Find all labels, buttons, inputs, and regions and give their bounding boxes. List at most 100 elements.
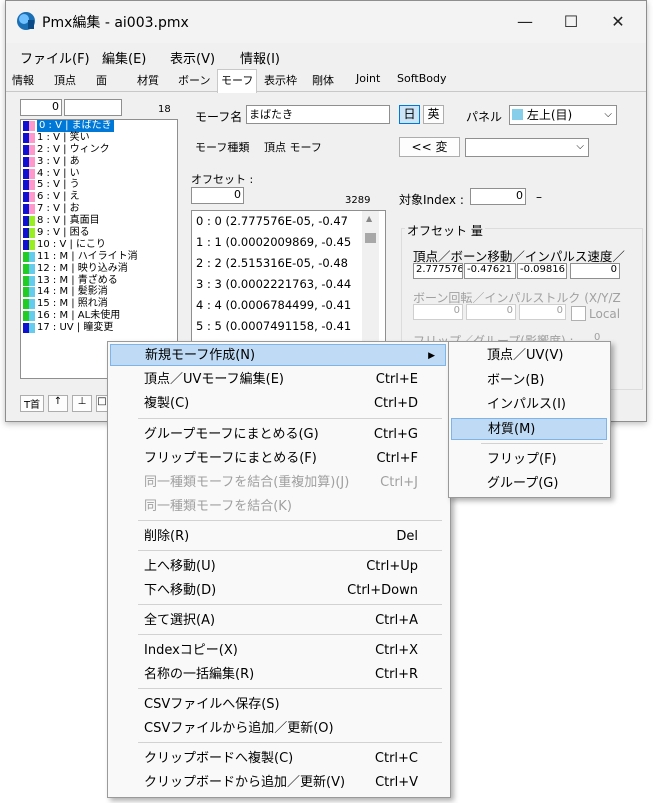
morph-list-item-label: 0 : V | まばたき [37,120,114,132]
morph-name-input[interactable]: まばたき [246,105,390,124]
menu-delete[interactable]: 削除(R) Del [110,526,446,548]
submenu-bone[interactable]: ボーン(B) [451,370,607,392]
offset-index-input[interactable]: 0 [191,187,244,204]
tab-face[interactable]: 面 [96,72,107,88]
tab-material[interactable]: 材質 [137,72,159,88]
target-index-input[interactable]: 0 [470,188,526,205]
maximize-button[interactable]: ☐ [553,9,589,35]
menu-select-all[interactable]: 全て選択(A) Ctrl+A [110,610,446,632]
scroll-up-icon[interactable]: ▲ [366,214,372,223]
morph-search-input[interactable] [64,99,122,116]
offset-list-item[interactable]: 2 : 2 (2.515316E-05, -0.48 [192,253,385,274]
menu-import-csv[interactable]: CSVファイルから追加／更新(O) [110,718,446,740]
type-select[interactable]: ⌵ [465,138,589,157]
list-top-button[interactable]: T首 [20,395,44,412]
rot-y-input[interactable]: 0 [466,304,516,320]
submenu-flip[interactable]: フリップ(F) [451,449,607,471]
menu-duplicate[interactable]: 複製(C) Ctrl+D [110,393,446,415]
menu-view[interactable]: 表示(V) [170,48,215,67]
move-w-input[interactable]: 0 [570,263,620,279]
morph-list-item[interactable]: 12 : M | 映り込み消 [21,263,177,275]
menu-item-shortcut: Ctrl+X [375,643,418,658]
offset-list[interactable]: 0 : 0 (2.777576E-05, -0.47 1 : 1 (0.00020… [191,210,386,346]
morph-list-item[interactable]: 9 : V | 困る [21,227,177,239]
morph-index-input[interactable]: 0 [20,99,62,116]
menu-move-up[interactable]: 上へ移動(U) Ctrl+Up [110,556,446,578]
morph-list-item[interactable]: 13 : M | 青ざめる [21,275,177,287]
submenu-group[interactable]: グループ(G) [451,473,607,495]
menu-copy-clipboard[interactable]: クリップボードへ複製(C) Ctrl+C [110,748,446,770]
offset-list-scrollbar[interactable]: ▲ [362,211,379,345]
chevron-down-icon: ⌵ [604,109,612,120]
menu-edit[interactable]: 編集(E) [102,48,146,67]
tab-rigid-body[interactable]: 剛体 [312,72,334,88]
menu-new-morph[interactable]: 新規モーフ作成(N) ▶ [110,344,446,366]
menu-file[interactable]: ファイル(F) [20,48,90,67]
morph-list-item[interactable]: 14 : M | 髪影消 [21,286,177,298]
offset-list-item[interactable]: 3 : 3 (0.0002221763, -0.44 [192,274,385,295]
menu-separator [138,634,442,635]
menu-save-csv[interactable]: CSVファイルへ保存(S) [110,694,446,716]
rot-z-input[interactable]: 0 [519,304,566,320]
morph-list-item[interactable]: 2 : V | ウィンク [21,144,177,156]
menu-item-shortcut: Ctrl+J [380,475,418,490]
tab-display-frame[interactable]: 表示枠 [264,72,297,88]
minimize-button[interactable]: — [507,9,543,35]
morph-list-item[interactable]: 10 : V | にこり [21,239,177,251]
tab-bone[interactable]: ボーン [178,72,210,88]
morph-list-item[interactable]: 7 : V | お [21,203,177,215]
move-z-input[interactable]: -0.09816 [517,263,567,279]
move-x-input[interactable]: 2.777576 [413,263,463,279]
morph-list[interactable]: 0 : V | まばたき 1 : V | 笑い 2 : V | ウィンク 3 : V … [20,119,178,379]
menu-paste-clipboard[interactable]: クリップボードから追加／更新(V) Ctrl+V [110,772,446,794]
move-y-input[interactable]: -0.47621 [464,263,516,279]
menu-batch-rename[interactable]: 名称の一括編集(R) Ctrl+R [110,664,446,686]
close-button[interactable]: ✕ [600,9,636,35]
scroll-thumb[interactable] [365,233,376,243]
menu-item-shortcut: Ctrl+Up [366,559,418,574]
morph-list-item[interactable]: 17 : UV | 瞳変更 [21,322,177,334]
menu-merge-additive[interactable]: 同一種類モーフを結合(重複加算)(J) Ctrl+J [110,472,446,494]
offset-list-item[interactable]: 1 : 1 (0.0002009869, -0.45 [192,232,385,253]
morph-list-item[interactable]: 8 : V | 真面目 [21,215,177,227]
panel-select[interactable]: 左上(目) ⌵ [509,105,617,125]
change-type-button[interactable]: << 変 [399,137,460,157]
rot-x-input[interactable]: 0 [413,304,463,320]
morph-list-item[interactable]: 6 : V | え [21,191,177,203]
morph-list-item[interactable]: 1 : V | 笑い [21,132,177,144]
offset-list-item[interactable]: 5 : 5 (0.0007491158, -0.41 [192,316,385,337]
tab-joint[interactable]: Joint [356,72,380,85]
morph-list-item[interactable]: 11 : M | ハイライト消 [21,251,177,263]
list-up-button[interactable]: ↑ [48,395,68,412]
morph-list-item[interactable]: 3 : V | あ [21,156,177,168]
morph-list-item[interactable]: 15 : M | 照れ消 [21,298,177,310]
offset-list-item[interactable]: 0 : 0 (2.777576E-05, -0.47 [192,211,385,232]
menu-flip-morph[interactable]: フリップモーフにまとめる(F) Ctrl+F [110,448,446,470]
lang-ja-button[interactable]: 日 [399,105,420,124]
submenu-vertex-uv[interactable]: 頂点／UV(V) [451,345,607,367]
menu-item-label: 同一種類モーフを結合(K) [144,499,292,514]
tab-morph[interactable]: モーフ [217,69,258,93]
morph-list-item-label: 2 : V | ウィンク [37,143,110,155]
submenu-material[interactable]: 材質(M) [451,418,607,440]
menu-merge[interactable]: 同一種類モーフを結合(K) [110,496,446,518]
lang-en-button[interactable]: 英 [423,105,444,124]
tab-vertex[interactable]: 頂点 [54,72,76,88]
menu-group-morph[interactable]: グループモーフにまとめる(G) Ctrl+G [110,424,446,446]
tab-info[interactable]: 情報 [12,72,34,88]
morph-list-item[interactable]: 5 : V | う [21,179,177,191]
submenu-impulse[interactable]: インパルス(I) [451,394,607,416]
title-bar[interactable]: Pmx編集 - ai003.pmx — ☐ ✕ [6,1,646,43]
menu-info[interactable]: 情報(I) [240,48,280,67]
morph-list-item[interactable]: 0 : V | まばたき [21,120,177,132]
offset-list-item[interactable]: 4 : 4 (0.0006784499, -0.41 [192,295,385,316]
menu-edit-vertex-uv[interactable]: 頂点／UVモーフ編集(E) Ctrl+E [110,369,446,391]
local-checkbox[interactable] [571,306,586,321]
menu-item-shortcut: Ctrl+Down [347,583,418,598]
menu-index-copy[interactable]: Indexコピー(X) Ctrl+X [110,640,446,662]
morph-list-item[interactable]: 16 : M | AL未使用 [21,310,177,322]
morph-list-item[interactable]: 4 : V | い [21,168,177,180]
list-down-button[interactable]: ⊥ [72,395,92,412]
menu-move-down[interactable]: 下へ移動(D) Ctrl+Down [110,580,446,602]
tab-softbody[interactable]: SoftBody [397,72,446,85]
